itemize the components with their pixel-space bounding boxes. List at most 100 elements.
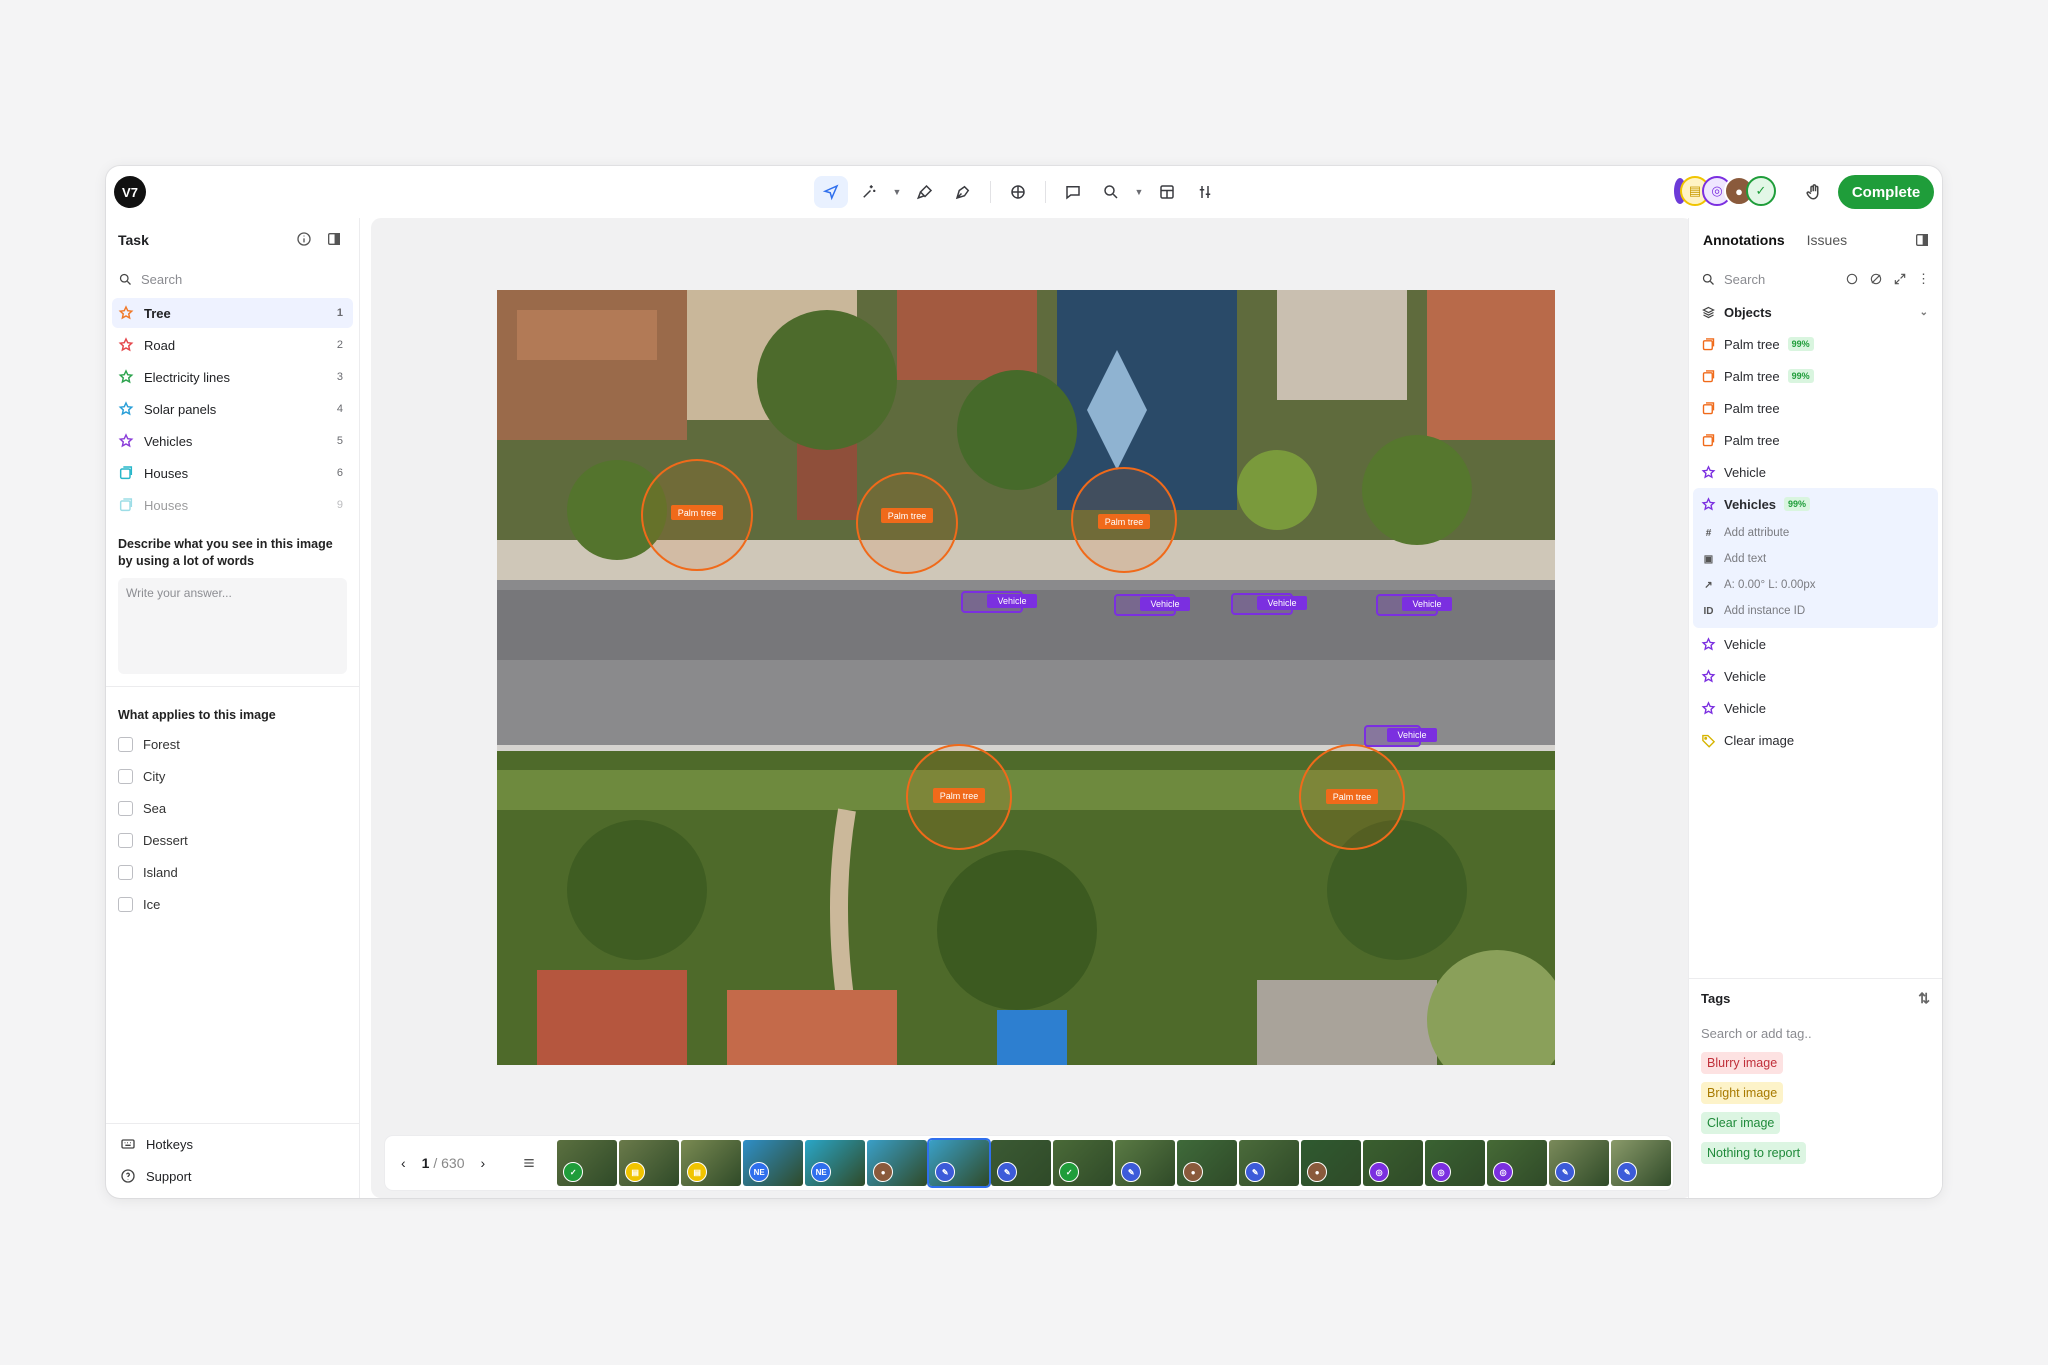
complete-button[interactable]: Complete — [1838, 175, 1934, 209]
info-icon[interactable] — [296, 231, 312, 250]
support-button[interactable]: Support — [112, 1160, 353, 1192]
checkbox[interactable] — [118, 736, 133, 752]
zoom-dropdown[interactable]: ▼ — [1132, 176, 1146, 208]
attribute-row[interactable]: ↗ A: 0.00° L: 0.00px — [1693, 572, 1938, 598]
select-tool-button[interactable] — [814, 176, 848, 208]
annotation-item[interactable]: Palm tree 99% — [1689, 328, 1942, 360]
class-item[interactable]: Tree 1 — [112, 298, 353, 328]
attribute-row[interactable]: # Add attribute — [1693, 520, 1938, 546]
image-thumbnail[interactable]: ✎ — [991, 1140, 1052, 1186]
zoom-tool-button[interactable] — [1094, 176, 1128, 208]
image-thumbnail[interactable]: ✎ — [1611, 1140, 1672, 1186]
attribute-row[interactable]: ▣ Add text — [1693, 546, 1938, 572]
hotkeys-button[interactable]: Hotkeys — [112, 1128, 353, 1160]
image-thumbnail[interactable]: NE — [805, 1140, 866, 1186]
tag-chip[interactable]: Bright image — [1689, 1077, 1942, 1109]
expand-icon[interactable] — [1893, 272, 1907, 286]
tab-issues[interactable]: Issues — [1807, 232, 1847, 248]
previous-image-icon[interactable]: ‹ — [401, 1155, 406, 1171]
checkbox[interactable] — [118, 832, 133, 848]
objects-header[interactable]: Objects ⌄ — [1689, 296, 1942, 328]
image-thumbnail[interactable]: ✓ — [557, 1140, 618, 1186]
auto-annotate-button[interactable] — [852, 176, 886, 208]
tag-search-input[interactable]: Search or add tag.. — [1689, 1017, 1942, 1049]
image-thumbnail[interactable]: ◎ — [1425, 1140, 1486, 1186]
v7-logo[interactable]: V7 — [114, 176, 146, 208]
collapse-panel-icon[interactable] — [326, 231, 342, 250]
checkbox-option[interactable]: Dessert — [118, 824, 347, 856]
annotation-item[interactable]: Vehicle — [1689, 660, 1942, 692]
class-item[interactable]: Solar panels 4 — [112, 394, 353, 424]
collapse-panel-icon[interactable] — [1914, 232, 1930, 251]
chevron-down-icon[interactable]: ⌄ — [1920, 307, 1928, 318]
circle-icon[interactable] — [1845, 272, 1859, 286]
class-item[interactable]: Road 2 — [112, 330, 353, 360]
image-thumbnail[interactable]: ✓ — [1053, 1140, 1114, 1186]
next-image-icon[interactable]: › — [481, 1155, 486, 1171]
annotation-item[interactable]: Vehicle — [1689, 692, 1942, 724]
tag-chip[interactable]: Nothing to report — [1689, 1137, 1942, 1169]
image-thumbnail[interactable]: NE — [743, 1140, 804, 1186]
checkbox[interactable] — [118, 896, 133, 912]
checkbox[interactable] — [118, 768, 133, 784]
palm-tree-annotation[interactable]: Palm tree — [856, 472, 958, 574]
annotation-item[interactable]: Palm tree — [1689, 424, 1942, 456]
layout-tool-button[interactable] — [1150, 176, 1184, 208]
annotation-canvas[interactable]: Palm tree Palm tree Palm tree Palm tree — [371, 218, 1693, 1198]
list-view-icon[interactable] — [513, 1147, 545, 1179]
image-thumbnail[interactable]: ◎ — [1487, 1140, 1548, 1186]
palm-tree-annotation[interactable]: Palm tree — [1071, 467, 1177, 573]
checkbox-option[interactable]: Sea — [118, 792, 347, 824]
palm-tree-annotation[interactable]: Palm tree — [1299, 744, 1405, 850]
auto-annotate-dropdown[interactable]: ▼ — [890, 176, 904, 208]
checkbox-option[interactable]: City — [118, 760, 347, 792]
class-item[interactable]: Vehicles 5 — [112, 426, 353, 456]
answer-input[interactable]: Write your answer... — [118, 578, 347, 674]
annotation-search[interactable]: Search ⋮ — [1689, 262, 1942, 296]
aerial-image[interactable]: Palm tree Palm tree Palm tree Palm tree — [497, 290, 1555, 1065]
image-thumbnail[interactable]: ✎ — [1549, 1140, 1610, 1186]
tag-chip[interactable]: Blurry image — [1689, 1047, 1942, 1079]
image-thumbnail[interactable]: ✎ — [929, 1140, 990, 1186]
model-tool-button[interactable] — [1001, 176, 1035, 208]
checkbox[interactable] — [118, 800, 133, 816]
annotation-item[interactable]: Palm tree 99% — [1689, 360, 1942, 392]
annotation-item[interactable]: Clear image — [1689, 724, 1942, 756]
class-label: Houses — [144, 465, 189, 481]
tag-chip[interactable]: Clear image — [1689, 1107, 1942, 1139]
adjust-tool-button[interactable] — [1188, 176, 1222, 208]
annotation-item[interactable]: Vehicle — [1689, 456, 1942, 488]
annotation-item[interactable]: Vehicles 99% — [1693, 488, 1938, 520]
image-thumbnail[interactable]: ✎ — [1115, 1140, 1176, 1186]
annotation-item[interactable]: Vehicle — [1689, 628, 1942, 660]
image-thumbnail[interactable]: ✎ — [1239, 1140, 1300, 1186]
more-options-icon[interactable]: ⋮ — [1917, 272, 1930, 286]
pen-tool-button[interactable] — [946, 176, 980, 208]
class-item[interactable]: Houses 9 — [112, 490, 353, 520]
attribute-row[interactable]: ID Add instance ID — [1693, 598, 1938, 624]
class-item[interactable]: Houses 6 — [112, 458, 353, 488]
hide-icon[interactable] — [1869, 272, 1883, 286]
checkbox-option[interactable]: Island — [118, 856, 347, 888]
selected-annotation[interactable]: Vehicles 99% # Add attribute ▣ Add text ↗ A: 0… — [1693, 488, 1938, 628]
image-thumbnail[interactable]: ● — [867, 1140, 928, 1186]
image-thumbnail[interactable]: ▤ — [619, 1140, 680, 1186]
image-thumbnail[interactable]: ◎ — [1363, 1140, 1424, 1186]
image-thumbnail[interactable]: ● — [1177, 1140, 1238, 1186]
image-thumbnail[interactable]: ● — [1301, 1140, 1362, 1186]
sort-icon[interactable]: ⇅ — [1918, 990, 1930, 1007]
hand-raise-icon[interactable] — [1798, 176, 1830, 208]
checkbox[interactable] — [118, 864, 133, 880]
complete-stage-icon[interactable]: ✓ — [1746, 176, 1776, 206]
checkbox-option[interactable]: Forest — [118, 728, 347, 760]
palm-tree-annotation[interactable]: Palm tree — [641, 459, 753, 571]
checkbox-option[interactable]: Ice — [118, 888, 347, 920]
class-item[interactable]: Electricity lines 3 — [112, 362, 353, 392]
brush-tool-button[interactable] — [908, 176, 942, 208]
annotation-item[interactable]: Palm tree — [1689, 392, 1942, 424]
comment-tool-button[interactable] — [1056, 176, 1090, 208]
palm-tree-annotation[interactable]: Palm tree — [906, 744, 1012, 850]
tab-annotations[interactable]: Annotations — [1703, 232, 1785, 248]
class-search[interactable]: Search — [106, 262, 359, 296]
image-thumbnail[interactable]: ▤ — [681, 1140, 742, 1186]
